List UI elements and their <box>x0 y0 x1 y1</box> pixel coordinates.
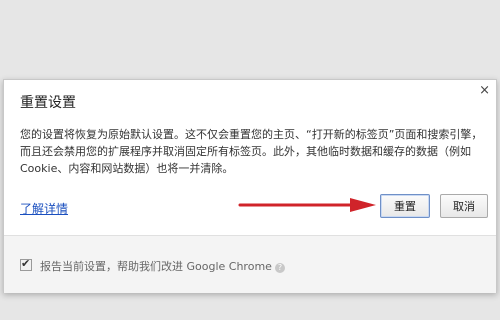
check-icon: ✔ <box>21 257 31 270</box>
report-settings-label: 报告当前设置，帮助我们改进 Google Chrome? <box>40 258 285 274</box>
dialog-description: 您的设置将恢复为原始默认设置。这不仅会重置您的主页、“打开新的标签页”页面和搜索… <box>20 128 483 175</box>
learn-more-link[interactable]: 了解详情 <box>20 200 68 217</box>
close-icon[interactable]: × <box>479 84 490 98</box>
cancel-button[interactable]: 取消 <box>440 194 488 218</box>
arrow-right-icon <box>238 198 376 212</box>
report-settings-checkbox[interactable]: ✔ <box>20 257 32 271</box>
dialog-footer: ✔ 报告当前设置，帮助我们改进 Google Chrome? <box>4 235 496 293</box>
report-settings-text: 报告当前设置，帮助我们改进 Google Chrome <box>40 260 272 273</box>
dialog-title: 重置设置 <box>20 95 76 111</box>
reset-button[interactable]: 重置 <box>380 194 430 218</box>
help-icon[interactable]: ? <box>274 263 285 273</box>
reset-settings-dialog: 重置设置 × 您的设置将恢复为原始默认设置。这不仅会重置您的主页、“打开新的标签… <box>3 79 497 293</box>
